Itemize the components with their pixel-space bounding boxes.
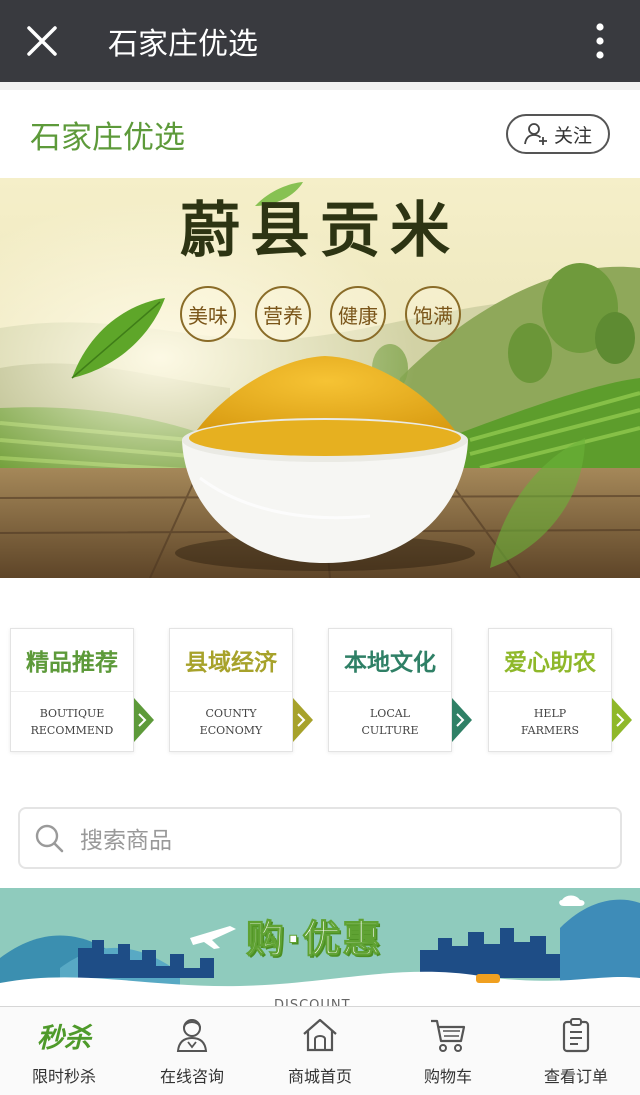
- category-en-line1: HELP: [533, 706, 567, 720]
- category-county-economy[interactable]: 县域经济 COUNTY ECONOMY: [169, 628, 293, 752]
- home-icon: [303, 1018, 337, 1052]
- category-title: 本地文化: [344, 650, 436, 676]
- more-vertical-icon: [596, 23, 604, 59]
- search-icon: [35, 824, 64, 853]
- banner-title: 蔚县贡米: [180, 196, 460, 266]
- tab-label: 在线咨询: [159, 1067, 224, 1086]
- category-subtitle: LOCAL CULTURE: [329, 691, 451, 751]
- tab-icon-wrap: [561, 1015, 591, 1055]
- category-boutique[interactable]: 精品推荐 BOUTIQUE RECOMMEND: [10, 628, 134, 752]
- flash-sale-icon: 秒杀: [37, 1022, 91, 1054]
- tab-label: 限时秒杀: [31, 1067, 96, 1086]
- shop-header: 石家庄优选 关注: [0, 82, 640, 178]
- category-local-culture[interactable]: 本地文化 LOCAL CULTURE: [328, 628, 452, 752]
- category-subtitle: BOUTIQUE RECOMMEND: [11, 691, 133, 751]
- banner-badges: 美味 营养 健康 饱满: [180, 286, 461, 342]
- bottom-tab-bar: 秒杀 限时秒杀 在线咨询 商城首页 购物车 查看订单: [0, 1006, 640, 1095]
- add-user-icon: [524, 123, 547, 145]
- cart-icon: [431, 1019, 466, 1052]
- chevron-right-icon: [293, 698, 313, 742]
- promo-title: 购·优惠: [245, 917, 383, 962]
- tab-home[interactable]: 商城首页: [256, 1007, 384, 1095]
- tab-icon-wrap: [429, 1015, 467, 1055]
- customer-service-icon: [176, 1019, 208, 1052]
- chevron-right-icon: [612, 698, 632, 742]
- category-en-line2: RECOMMEND: [30, 723, 114, 737]
- tab-orders[interactable]: 查看订单: [512, 1007, 640, 1095]
- search-placeholder: 搜索商品: [80, 828, 172, 854]
- badge-tasty: 美味: [180, 286, 236, 342]
- window-title: 石家庄优选: [108, 27, 258, 62]
- tab-label: 购物车: [423, 1067, 472, 1086]
- tab-icon-wrap: [175, 1015, 209, 1055]
- tab-label: 商城首页: [287, 1067, 352, 1086]
- order-list-icon: [562, 1018, 590, 1053]
- badge-healthy: 健康: [330, 286, 386, 342]
- category-en-line1: LOCAL: [370, 706, 410, 720]
- badge-plump: 饱满: [405, 286, 461, 342]
- category-title: 爱心助农: [504, 650, 596, 676]
- tab-icon-wrap: [301, 1015, 339, 1055]
- category-en-line2: FARMERS: [520, 723, 579, 737]
- category-en-line1: BOUTIQUE: [39, 706, 105, 720]
- chevron-right-icon: [134, 698, 154, 742]
- chevron-right-icon: [452, 698, 472, 742]
- category-row: 精品推荐 BOUTIQUE RECOMMEND 县域经济 COUNTY ECON…: [0, 628, 640, 758]
- close-button[interactable]: [0, 0, 84, 82]
- category-subtitle: COUNTY ECONOMY: [170, 691, 292, 751]
- category-title: 精品推荐: [26, 650, 118, 676]
- tab-cart[interactable]: 购物车: [384, 1007, 512, 1095]
- category-help-farmers[interactable]: 爱心助农 HELP FARMERS: [488, 628, 612, 752]
- tab-flash-sale[interactable]: 秒杀 限时秒杀: [0, 1007, 128, 1095]
- follow-label: 关注: [553, 124, 592, 147]
- close-icon: [27, 26, 57, 56]
- badge-nutrition: 营养: [255, 286, 311, 342]
- tab-label: 查看订单: [543, 1067, 608, 1086]
- category-en-line1: COUNTY: [205, 706, 257, 720]
- shop-name: 石家庄优选: [30, 119, 185, 156]
- search-input[interactable]: 搜索商品: [18, 807, 622, 869]
- category-en-line2: CULTURE: [361, 723, 419, 737]
- category-title: 县域经济: [185, 650, 277, 676]
- top-navigation-bar: 石家庄优选: [0, 0, 640, 82]
- more-menu-button[interactable]: [560, 0, 640, 82]
- category-subtitle: HELP FARMERS: [489, 691, 611, 751]
- category-en-line2: ECONOMY: [199, 723, 263, 737]
- follow-button[interactable]: 关注: [506, 114, 610, 154]
- tab-online-consult[interactable]: 在线咨询: [128, 1007, 256, 1095]
